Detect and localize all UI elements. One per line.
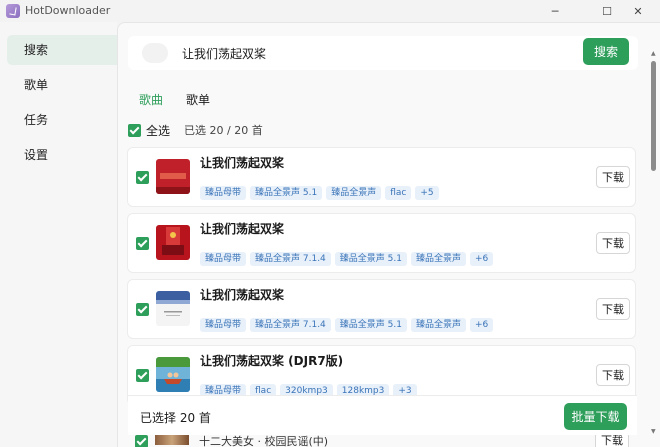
more-tags-badge[interactable]: +6 xyxy=(469,252,494,266)
scroll-down-arrow-icon[interactable]: ▼ xyxy=(651,428,656,435)
scroll-up-arrow-icon[interactable]: ▲ xyxy=(651,50,656,57)
song-cover-image xyxy=(156,159,190,194)
close-button[interactable]: ✕ xyxy=(623,0,653,22)
more-tags-badge[interactable]: +6 xyxy=(469,318,494,332)
song-card[interactable]: 让我们荡起双桨 臻品母带 臻品全景声 7.1.4 臻品全景声 5.1 臻品全景声… xyxy=(127,279,636,339)
quality-tags: 臻品母带 臻品全景声 5.1 臻品全景声 flac +5 xyxy=(200,186,439,200)
quality-tag: flac xyxy=(385,186,412,200)
tab-playlists[interactable]: 歌单 xyxy=(186,91,210,108)
quality-tag: 臻品全景声 5.1 xyxy=(334,252,407,266)
quality-tag: 臻品全景声 5.1 xyxy=(334,318,407,332)
download-button[interactable]: 下载 xyxy=(596,232,630,254)
main-panel: 搜索 歌曲 歌单 全选 已选 20 / 20 首 让我们荡起双桨 臻品母带 臻品… xyxy=(117,22,660,447)
quality-tag: 臻品母带 xyxy=(200,318,247,332)
title-bar: HotDownloader ─ ☐ ✕ xyxy=(0,0,660,22)
sidebar: 搜索 歌单 任务 设置 xyxy=(0,22,138,447)
song-checkbox[interactable] xyxy=(135,435,148,447)
song-checkbox[interactable] xyxy=(136,171,149,184)
select-all-checkbox[interactable] xyxy=(128,123,141,137)
maximize-button[interactable]: ☐ xyxy=(592,0,622,22)
avatar xyxy=(142,43,168,63)
batch-download-button[interactable]: 批量下载 xyxy=(564,403,627,430)
song-title: 十二大美女 · 校园民谣(中) xyxy=(199,435,329,447)
song-title: 让我们荡起双桨 xyxy=(200,222,285,236)
song-title: 让我们荡起双桨 xyxy=(200,156,285,170)
quality-tags: 臻品母带 臻品全景声 7.1.4 臻品全景声 5.1 臻品全景声 +6 xyxy=(200,252,494,266)
song-card[interactable]: 十二大美女 · 校园民谣(中) 下载 xyxy=(127,432,636,447)
download-button[interactable]: 下载 xyxy=(596,364,630,386)
quality-tag: 臻品全景声 5.1 xyxy=(250,186,323,200)
app-logo-icon xyxy=(6,4,20,18)
more-tags-badge[interactable]: +5 xyxy=(415,186,439,200)
song-checkbox[interactable] xyxy=(136,369,149,382)
search-bar xyxy=(128,36,638,70)
song-cover-image xyxy=(156,225,190,260)
song-card[interactable]: 让我们荡起双桨 臻品母带 臻品全景声 7.1.4 臻品全景声 5.1 臻品全景声… xyxy=(127,213,636,273)
song-cover-image xyxy=(156,291,190,326)
song-card[interactable]: 让我们荡起双桨 臻品母带 臻品全景声 5.1 臻品全景声 flac +5 下载 xyxy=(127,147,636,207)
download-button[interactable]: 下载 xyxy=(596,298,630,320)
selected-count-text: 已选择 20 首 xyxy=(140,411,211,425)
select-all-label[interactable]: 全选 xyxy=(146,122,170,139)
batch-action-bar: 已选择 20 首 批量下载 xyxy=(128,395,637,435)
tab-songs[interactable]: 歌曲 xyxy=(139,91,163,108)
search-input[interactable] xyxy=(182,38,572,68)
scrollbar-thumb[interactable] xyxy=(651,61,656,171)
quality-tag: 臻品全景声 7.1.4 xyxy=(250,318,331,332)
app-title: HotDownloader xyxy=(25,4,111,17)
quality-tag: 臻品全景声 xyxy=(326,186,382,200)
quality-tags: 臻品母带 臻品全景声 7.1.4 臻品全景声 5.1 臻品全景声 +6 xyxy=(200,318,494,332)
minimize-button[interactable]: ─ xyxy=(540,0,570,22)
search-button[interactable]: 搜索 xyxy=(583,38,629,65)
quality-tag: 臻品全景声 xyxy=(410,252,466,266)
song-checkbox[interactable] xyxy=(136,303,149,316)
download-button[interactable]: 下载 xyxy=(596,166,630,188)
song-checkbox[interactable] xyxy=(136,237,149,250)
quality-tag: 臻品母带 xyxy=(200,186,247,200)
song-title: 让我们荡起双桨 xyxy=(200,288,285,302)
song-cover-image xyxy=(156,357,190,392)
quality-tag: 臻品全景声 7.1.4 xyxy=(250,252,331,266)
song-title: 让我们荡起双桨 (DJR7版) xyxy=(200,354,344,368)
quality-tag: 臻品全景声 xyxy=(410,318,466,332)
select-all-row: 全选 已选 20 / 20 首 xyxy=(128,122,263,138)
selection-count: 已选 20 / 20 首 xyxy=(184,124,263,137)
song-cover-image xyxy=(155,435,189,445)
quality-tag: 臻品母带 xyxy=(200,252,247,266)
